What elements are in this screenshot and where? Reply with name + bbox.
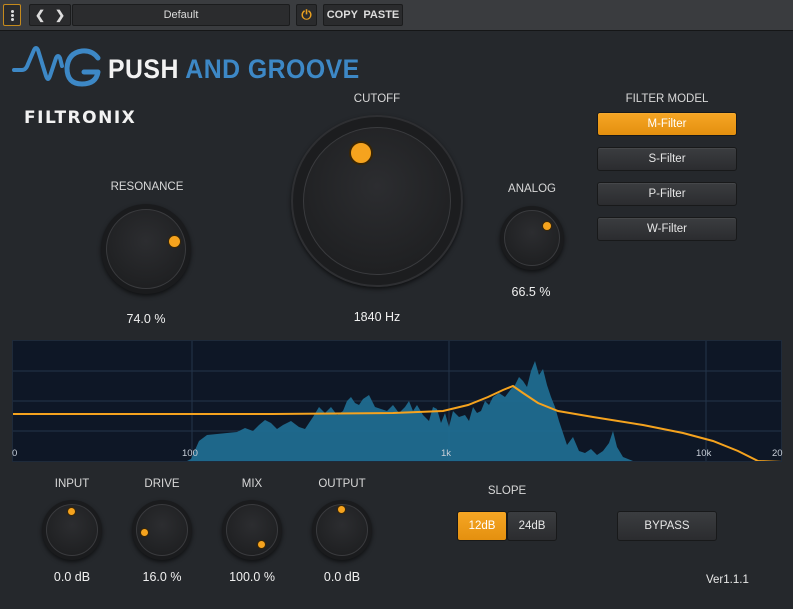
preset-name: Default: [163, 9, 199, 21]
input-knob[interactable]: [42, 500, 102, 560]
output-value: 0.0 dB: [323, 570, 361, 584]
paste-button[interactable]: PASTE: [363, 9, 399, 21]
preset-selector[interactable]: Default: [72, 4, 290, 26]
host-toolbar: ❮ ❯ Default ⏻ COPY PASTE: [0, 0, 793, 31]
filter-model-m-button[interactable]: M-Filter: [597, 112, 737, 136]
freq-label-1k: 1k: [441, 448, 452, 459]
filter-model-label: FILTER MODEL: [625, 93, 709, 105]
resonance-knob[interactable]: [101, 204, 191, 294]
cutoff-value: 1840 Hz: [353, 310, 401, 324]
brand-name: PUSH AND GROOVE: [108, 54, 360, 85]
resonance-label: RESONANCE: [110, 181, 184, 193]
resonance-value: 74.0 %: [126, 312, 166, 326]
cutoff-knob[interactable]: [291, 115, 463, 287]
mix-knob[interactable]: [222, 500, 282, 560]
analog-knob[interactable]: [500, 206, 564, 270]
freq-label-20k: 20: [772, 448, 783, 459]
freq-label-100: 100: [182, 448, 198, 459]
filter-model-p-button[interactable]: P-Filter: [597, 182, 737, 206]
slope-12db-button[interactable]: 12dB: [457, 511, 507, 541]
cutoff-indicator: [349, 141, 373, 165]
spectrum-display: [13, 341, 781, 461]
filter-model-s-button[interactable]: S-Filter: [597, 147, 737, 171]
plugin-window: ❮ ❯ Default ⏻ COPY PASTE PUSH AND GROOVE…: [0, 0, 793, 609]
brand-word-push: PUSH: [108, 54, 179, 84]
mix-indicator: [257, 540, 266, 549]
slope-label: SLOPE: [487, 485, 527, 497]
push-and-groove-logo: [12, 46, 101, 87]
freq-label-10k: 10k: [696, 448, 712, 459]
resonance-indicator: [168, 235, 181, 248]
analog-indicator: [542, 221, 552, 231]
output-label: OUTPUT: [318, 478, 366, 490]
freq-label-0: 0: [12, 448, 18, 459]
spectrum-analyzer: [12, 340, 782, 462]
bypass-button[interactable]: BYPASS: [617, 511, 717, 541]
power-icon[interactable]: ⏻: [296, 4, 317, 26]
copy-button[interactable]: COPY: [327, 9, 358, 21]
brand-word-and-groove: AND GROOVE: [185, 54, 360, 84]
cutoff-label: CUTOFF: [353, 93, 401, 105]
drive-knob[interactable]: [132, 500, 192, 560]
chevron-left-icon[interactable]: ❮: [30, 8, 50, 22]
output-knob[interactable]: [312, 500, 372, 560]
analog-value: 66.5 %: [511, 285, 551, 299]
kebab-menu-icon[interactable]: [3, 4, 21, 26]
chevron-right-icon[interactable]: ❯: [50, 8, 70, 22]
drive-indicator: [140, 528, 149, 537]
product-name: FILTRONIX: [24, 108, 137, 128]
copy-paste-group: COPY PASTE: [323, 4, 403, 26]
version-label: Ver1.1.1: [706, 574, 749, 586]
slope-24db-button[interactable]: 24dB: [507, 511, 557, 541]
preset-navigation: ❮ ❯: [29, 4, 71, 26]
analog-label: ANALOG: [508, 183, 556, 195]
filter-model-w-button[interactable]: W-Filter: [597, 217, 737, 241]
output-indicator: [337, 505, 346, 514]
input-indicator: [67, 507, 76, 516]
